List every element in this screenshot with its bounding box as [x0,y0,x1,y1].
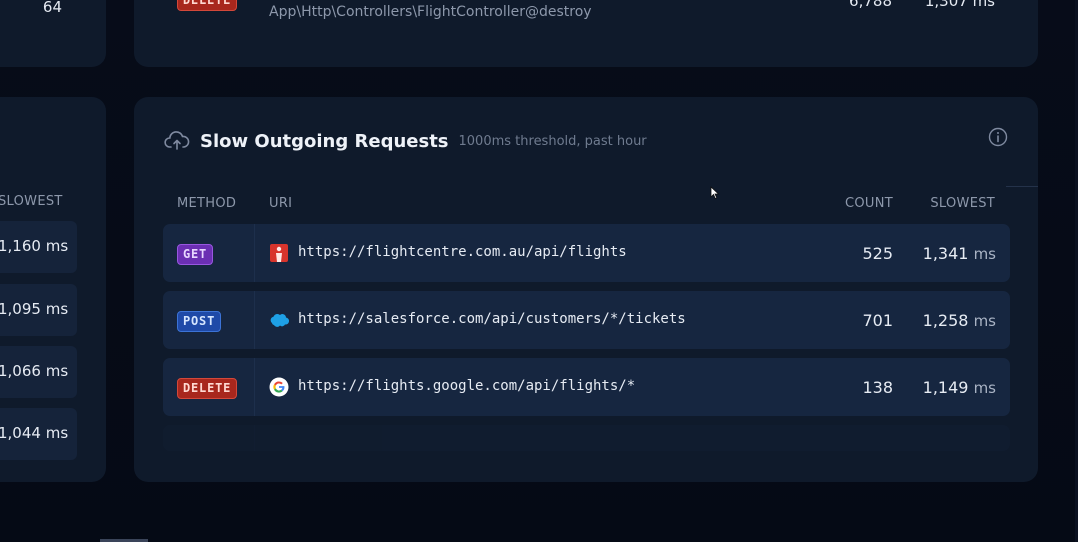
left-slowest-header: SLOWEST [0,194,63,209]
card-header: Slow Outgoing Requests 1000ms threshold,… [164,129,647,153]
request-slowest: 1,258 ms [923,311,996,330]
slowest-unit: ms [973,312,996,330]
left-top-value: 64 [42,0,62,16]
slow-routes-card: DELETE App\Http\Controllers\FlightContro… [134,0,1038,67]
mouse-pointer-icon [710,186,720,200]
salesforce-icon [270,313,289,327]
left-slowest-value: 1,044 ms [0,424,69,442]
request-count: 138 [862,378,893,397]
row-divider [254,425,255,451]
table-row[interactable] [163,425,1010,451]
route-name: App\Http\Controllers\FlightController@de… [269,4,592,20]
method-badge: DELETE [177,0,238,11]
request-uri: https://salesforce.com/api/customers/*/t… [298,311,686,327]
cloud-upload-icon [164,131,190,150]
info-icon[interactable] [988,127,1008,147]
google-icon [269,377,289,397]
left-slowest-value: 1,160 ms [0,237,69,255]
column-header-slowest: SLOWEST [930,196,995,211]
left-bottom-card: SLOWEST 1,160 ms 1,095 ms 1,066 ms 1,044… [0,97,106,482]
request-slowest: 1,149 ms [923,378,996,397]
list-item[interactable]: 1,160 ms [0,221,77,273]
table-row[interactable]: POST https://salesforce.com/api/customer… [163,291,1010,349]
left-top-card: 64 [0,0,106,67]
divider [1006,186,1038,187]
request-count: 525 [862,244,893,263]
method-badge: POST [177,311,222,332]
method-badge: GET [177,244,214,265]
dashboard-viewport: 64 SLOWEST 1,160 ms 1,095 ms 1,066 ms 1,… [0,0,1078,542]
row-divider [254,224,255,282]
column-header-count: COUNT [845,196,893,211]
method-badge: DELETE [177,378,238,399]
card-subtitle: 1000ms threshold, past hour [458,133,647,149]
route-count: 6,788 [849,0,892,10]
slow-outgoing-requests-card: Slow Outgoing Requests 1000ms threshold,… [134,97,1038,482]
left-slowest-value: 1,066 ms [0,362,69,380]
list-item[interactable]: 1,095 ms [0,284,77,336]
column-header-uri: URI [269,196,293,211]
request-uri: https://flightcentre.com.au/api/flights [298,244,627,260]
slowest-unit: ms [973,379,996,397]
left-slowest-value: 1,095 ms [0,300,69,318]
slowest-value: 1,341 [922,244,969,263]
request-count: 701 [862,311,893,330]
request-slowest: 1,341 ms [923,244,996,263]
card-title: Slow Outgoing Requests [200,130,449,152]
list-item[interactable]: 1,066 ms [0,346,77,398]
slowest-value: 1,258 [922,311,969,330]
list-item[interactable]: 1,044 ms [0,408,77,460]
row-divider [254,291,255,349]
slowest-value: 1,149 [922,378,969,397]
table-row[interactable]: GET https://flightcentre.com.au/api/flig… [163,224,1010,282]
request-uri: https://flights.google.com/api/flights/* [298,378,636,394]
row-divider [254,358,255,416]
slowest-unit: ms [973,245,996,263]
route-slowest: 1,307 ms [924,0,995,10]
flightcentre-icon [270,244,288,262]
column-header-method: METHOD [177,196,237,211]
table-row[interactable]: DELETE https://flights.google.com/api/fl… [163,358,1010,416]
